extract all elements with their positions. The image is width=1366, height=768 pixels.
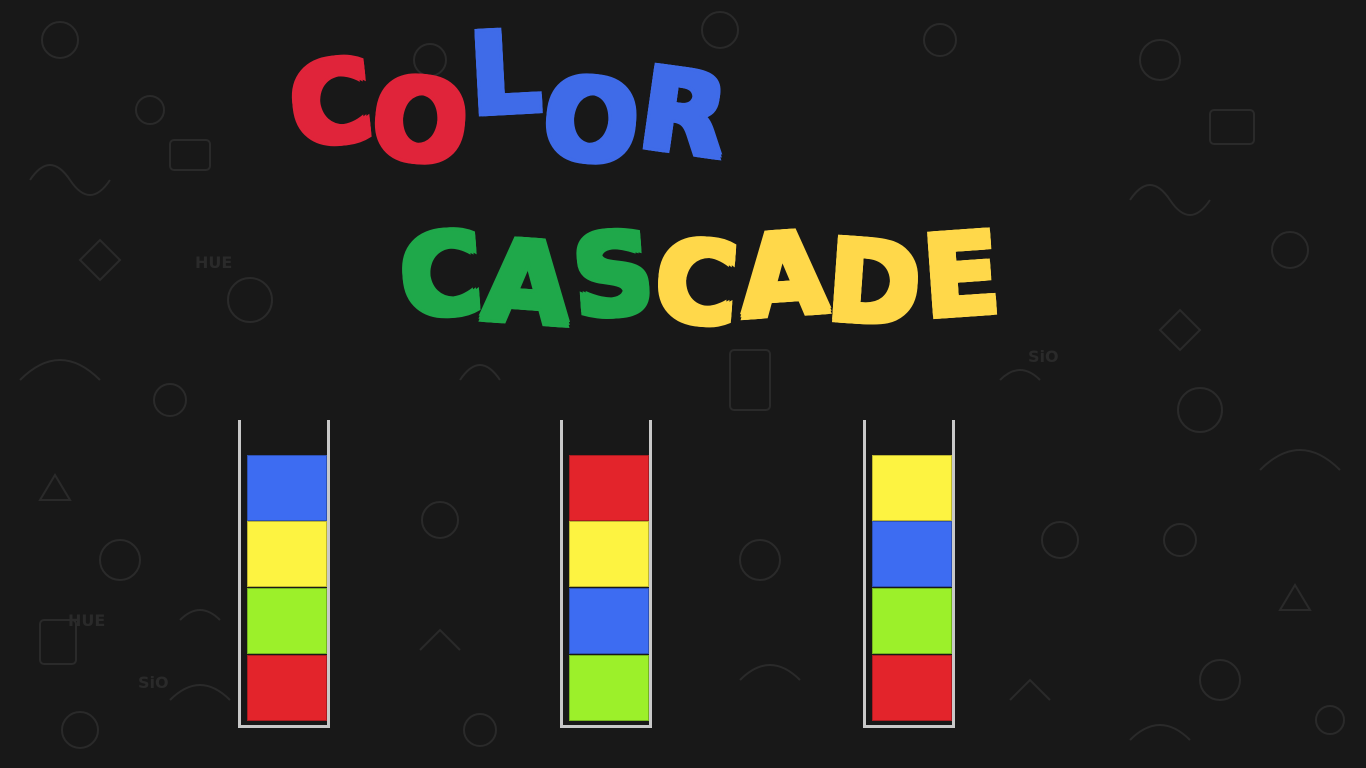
color-block-red (247, 655, 327, 721)
title-line-cascade: CASCADE (396, 208, 1007, 352)
doodle-text: SiO (138, 673, 169, 692)
color-block-blue (569, 588, 649, 654)
title-letter: C (650, 216, 744, 352)
color-block-green (872, 588, 952, 654)
color-block-blue (872, 521, 952, 587)
title-letter: O (367, 52, 476, 191)
color-block-yellow (872, 455, 952, 521)
tube-2[interactable] (560, 420, 652, 728)
title-letter: A (735, 208, 833, 344)
doodle-text: SiO (1028, 347, 1059, 366)
title-letter: R (632, 43, 738, 185)
title-letter: L (466, 7, 547, 141)
title-letter: A (479, 216, 577, 352)
tube-1[interactable] (238, 420, 330, 728)
title-letter: E (918, 208, 1007, 344)
title-letter: D (823, 215, 928, 353)
title-letter: C (283, 34, 381, 174)
tube-3[interactable] (863, 420, 955, 728)
color-block-green (569, 655, 649, 721)
title-letter: S (568, 208, 660, 344)
doodle-text: HUE (195, 253, 232, 272)
title-letter: C (395, 208, 489, 344)
color-block-yellow (247, 521, 327, 587)
color-block-green (247, 588, 327, 654)
title-line-color: COLOR (283, 7, 737, 191)
color-block-blue (247, 455, 327, 521)
color-block-red (872, 655, 952, 721)
title-letter: O (537, 52, 646, 191)
color-block-red (569, 455, 649, 521)
doodle-text: HUE (68, 611, 105, 630)
color-block-yellow (569, 521, 649, 587)
